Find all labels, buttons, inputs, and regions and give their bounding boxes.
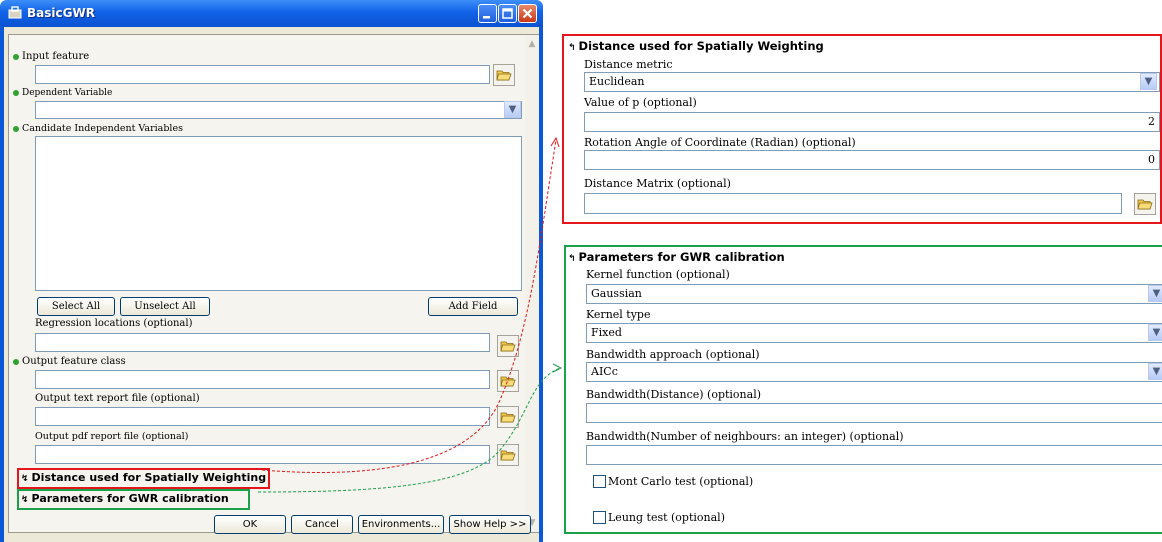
leung-test-checkbox[interactable] xyxy=(593,511,606,524)
distance-panel-header[interactable]: ↰ Distance used for Spatially Weighting xyxy=(568,39,824,53)
bandwidth-distance-label: Bandwidth(Distance) (optional) xyxy=(586,388,762,401)
monte-carlo-label: Mont Carlo test (optional) xyxy=(608,475,754,488)
chevron-down-icon: ▼ xyxy=(1152,327,1161,338)
kernel-function-dropdown-button[interactable]: ▼ xyxy=(1148,285,1162,302)
distance-matrix-field[interactable] xyxy=(584,193,1122,214)
distance-metric-label: Distance metric xyxy=(584,58,673,71)
distance-callout-arrow xyxy=(261,139,557,473)
bandwidth-approach-dropdown-button[interactable]: ▼ xyxy=(1148,363,1162,380)
distance-matrix-label: Distance Matrix (optional) xyxy=(584,177,731,190)
rotation-angle-field[interactable]: 0 xyxy=(584,150,1160,170)
chevron-down-icon: ▼ xyxy=(1152,288,1161,299)
chevron-down-icon: ▼ xyxy=(1144,76,1153,87)
distance-matrix-browse-button[interactable] xyxy=(1134,193,1156,215)
params-callout-arrow xyxy=(257,367,561,493)
leung-test-label: Leung test (optional) xyxy=(608,511,725,524)
bandwidth-distance-field[interactable] xyxy=(586,403,1162,423)
kernel-function-label: Kernel function (optional) xyxy=(586,268,730,281)
p-value-field[interactable]: 2 xyxy=(584,112,1160,132)
distance-arrowhead-icon xyxy=(550,136,560,148)
bandwidth-neighbours-field[interactable] xyxy=(586,445,1162,465)
chevron-collapse-icon: ↰ xyxy=(568,254,576,264)
distance-metric-dropdown[interactable]: Euclidean xyxy=(584,72,1160,92)
p-value-label: Value of p (optional) xyxy=(584,96,697,109)
kernel-type-dropdown[interactable]: Fixed xyxy=(586,323,1162,343)
kernel-type-dropdown-button[interactable]: ▼ xyxy=(1148,324,1162,341)
chevron-collapse-icon: ↰ xyxy=(568,43,576,53)
monte-carlo-checkbox[interactable] xyxy=(593,475,606,488)
rotation-angle-label: Rotation Angle of Coordinate (Radian) (o… xyxy=(584,136,856,149)
bandwidth-approach-dropdown[interactable]: AICc xyxy=(586,362,1162,382)
kernel-type-label: Kernel type xyxy=(586,308,651,321)
distance-metric-dropdown-button[interactable]: ▼ xyxy=(1140,73,1157,90)
bandwidth-neighbours-label: Bandwidth(Number of neighbours: an integ… xyxy=(586,430,904,443)
params-panel: ↰ Parameters for GWR calibration Kernel f… xyxy=(564,245,1162,534)
folder-open-icon xyxy=(1137,199,1153,210)
chevron-down-icon: ▼ xyxy=(1152,366,1161,377)
distance-panel: ↰ Distance used for Spatially Weighting D… xyxy=(562,34,1162,224)
kernel-function-dropdown[interactable]: Gaussian xyxy=(586,284,1162,304)
params-panel-header[interactable]: ↰ Parameters for GWR calibration xyxy=(568,250,785,264)
bandwidth-approach-label: Bandwidth approach (optional) xyxy=(586,348,760,361)
